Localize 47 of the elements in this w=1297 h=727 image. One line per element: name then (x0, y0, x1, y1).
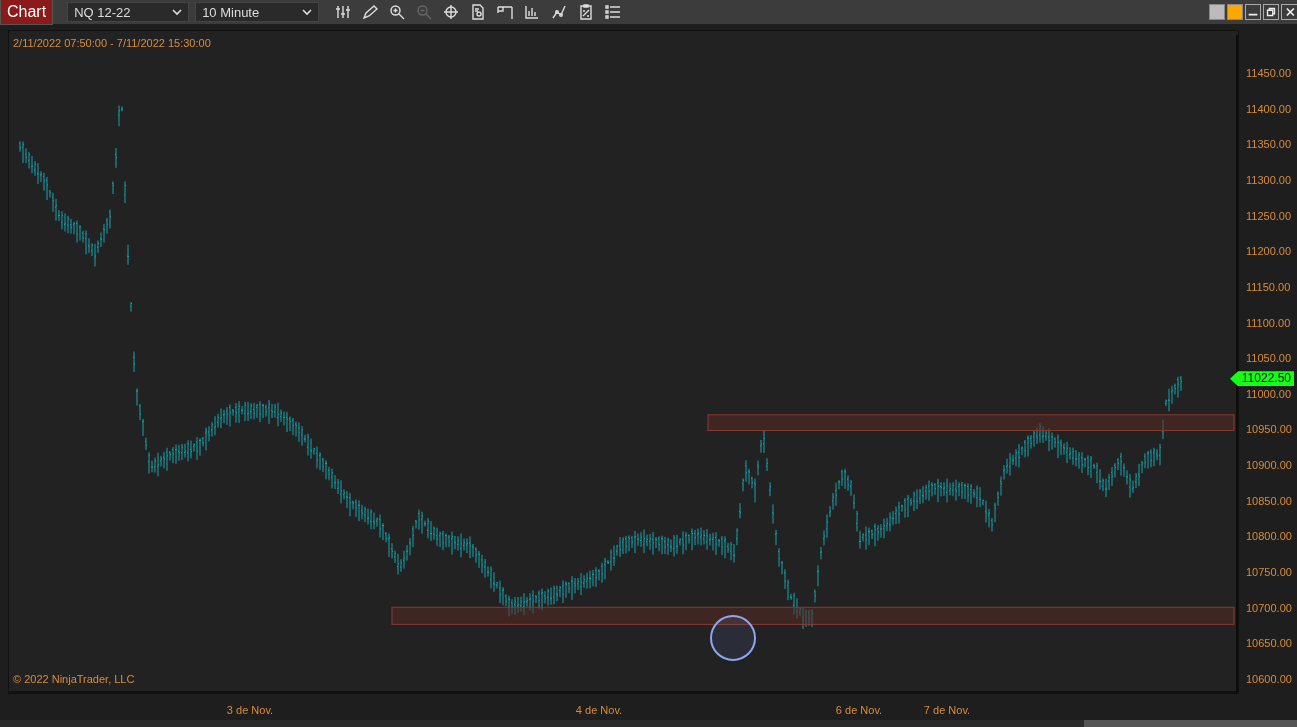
highlight-circle[interactable] (710, 615, 756, 661)
minimize-icon[interactable] (1245, 4, 1261, 20)
color-swatch[interactable] (1227, 4, 1243, 20)
time-axis-label: 6 de Nov. (835, 704, 883, 716)
price-axis-label: 10650.00 (1246, 637, 1292, 650)
time-axis-label: 4 de Nov. (575, 704, 623, 716)
time-axis-label: 3 de Nov. (226, 704, 274, 716)
data-series-icon[interactable] (497, 4, 514, 20)
zoom-in-icon[interactable] (389, 4, 406, 20)
price-axis-label: 10800.00 (1246, 530, 1292, 543)
bar-type-icon[interactable] (335, 4, 352, 20)
price-axis-label: 11400.00 (1246, 102, 1292, 115)
price-axis-label: 11350.00 (1246, 138, 1292, 151)
color-swatch[interactable] (1209, 4, 1225, 20)
interval-dropdown[interactable]: 10 Minute (195, 2, 320, 22)
price-axis-label: 11300.00 (1246, 173, 1292, 186)
price-axis-label: 11450.00 (1246, 67, 1292, 79)
price-axis-label: 11150.00 (1246, 280, 1291, 293)
caret-icon (172, 8, 183, 16)
last-price-tag: 11022.50 (1230, 371, 1294, 387)
date-range-label: 2/11/2022 07:50:00 - 7/11/2022 15:30:00 (13, 37, 211, 49)
price-axis-label: 11050.00 (1246, 352, 1292, 365)
indicator-icon[interactable] (524, 4, 541, 20)
document-search-icon[interactable] (470, 4, 487, 20)
price-axis-label: 10900.00 (1246, 459, 1292, 472)
price-axis-label: 10950.00 (1246, 423, 1292, 436)
price-axis-label: 11250.00 (1246, 209, 1292, 222)
price-axis-label: 11100.00 (1246, 316, 1291, 329)
crosshair-icon[interactable] (443, 4, 460, 20)
price-axis-label: 10750.00 (1246, 566, 1292, 579)
instrument-dropdown[interactable]: NQ 12-22 (67, 2, 190, 22)
price-axis-label: 10850.00 (1246, 494, 1292, 507)
copyright-text: © 2022 NinjaTrader, LLC (13, 673, 135, 685)
caret-icon (302, 8, 313, 16)
horizontal-scrollbar[interactable] (0, 720, 1297, 727)
price-axis-label: 10600.00 (1246, 673, 1292, 685)
price-axis-label: 11200.00 (1246, 245, 1292, 258)
time-axis-label: 7 de Nov. (923, 704, 971, 716)
list-icon[interactable] (605, 4, 622, 20)
price-axis-label: 10700.00 (1246, 601, 1292, 614)
strategy-icon[interactable] (578, 4, 595, 20)
close-icon[interactable] (1281, 4, 1297, 20)
pencil-icon[interactable] (362, 4, 379, 20)
line-chart-icon[interactable] (551, 4, 568, 20)
price-axis-label: 11000.00 (1246, 387, 1292, 400)
restore-icon[interactable] (1263, 4, 1279, 20)
chart-title: Chart (0, 0, 54, 25)
